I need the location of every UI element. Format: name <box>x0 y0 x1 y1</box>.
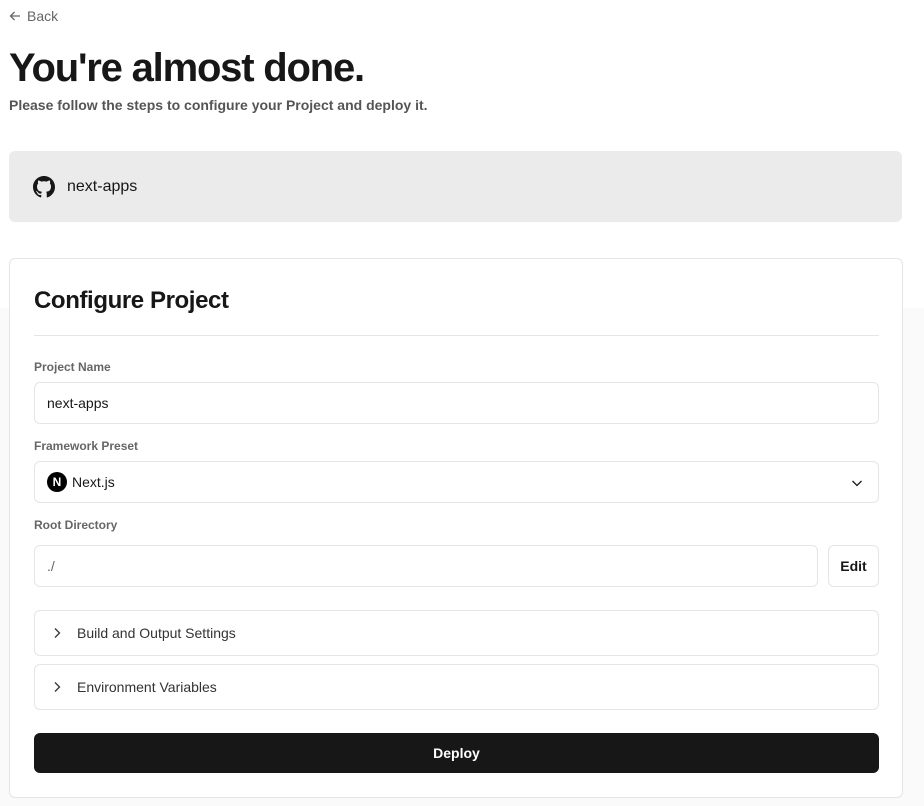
repository-name: next-apps <box>67 177 138 195</box>
chevron-right-icon <box>54 628 61 638</box>
divider <box>34 335 879 336</box>
build-output-settings-accordion[interactable]: Build and Output Settings <box>34 610 879 656</box>
root-directory-label: Root Directory <box>34 518 118 532</box>
project-name-input[interactable] <box>47 395 878 411</box>
environment-variables-label: Environment Variables <box>77 679 217 695</box>
github-icon <box>33 175 55 198</box>
framework-preset-value: Next.js <box>72 474 115 490</box>
chevron-right-icon <box>54 682 61 692</box>
project-name-field-wrapper <box>34 382 879 424</box>
deploy-button[interactable]: Deploy <box>34 733 879 773</box>
framework-preset-select[interactable]: N Next.js <box>34 461 879 503</box>
chevron-down-icon <box>852 480 862 487</box>
arrow-left-icon <box>9 11 20 21</box>
build-output-settings-label: Build and Output Settings <box>77 625 236 641</box>
page-title: You're almost done. <box>9 46 365 90</box>
back-label: Back <box>27 8 59 24</box>
repository-card: next-apps <box>9 151 902 222</box>
back-link[interactable]: Back <box>9 8 58 24</box>
root-directory-field[interactable]: ./ <box>34 545 818 587</box>
environment-variables-accordion[interactable]: Environment Variables <box>34 664 879 710</box>
configure-project-card: Configure Project Project Name Framework… <box>9 258 903 798</box>
project-name-label: Project Name <box>34 360 111 374</box>
framework-preset-label: Framework Preset <box>34 439 139 453</box>
nextjs-logo-icon: N <box>47 472 67 492</box>
configure-project-title: Configure Project <box>34 287 229 314</box>
page-subtitle: Please follow the steps to configure you… <box>9 97 428 113</box>
edit-root-directory-button[interactable]: Edit <box>828 545 879 587</box>
root-directory-value: ./ <box>47 558 55 574</box>
